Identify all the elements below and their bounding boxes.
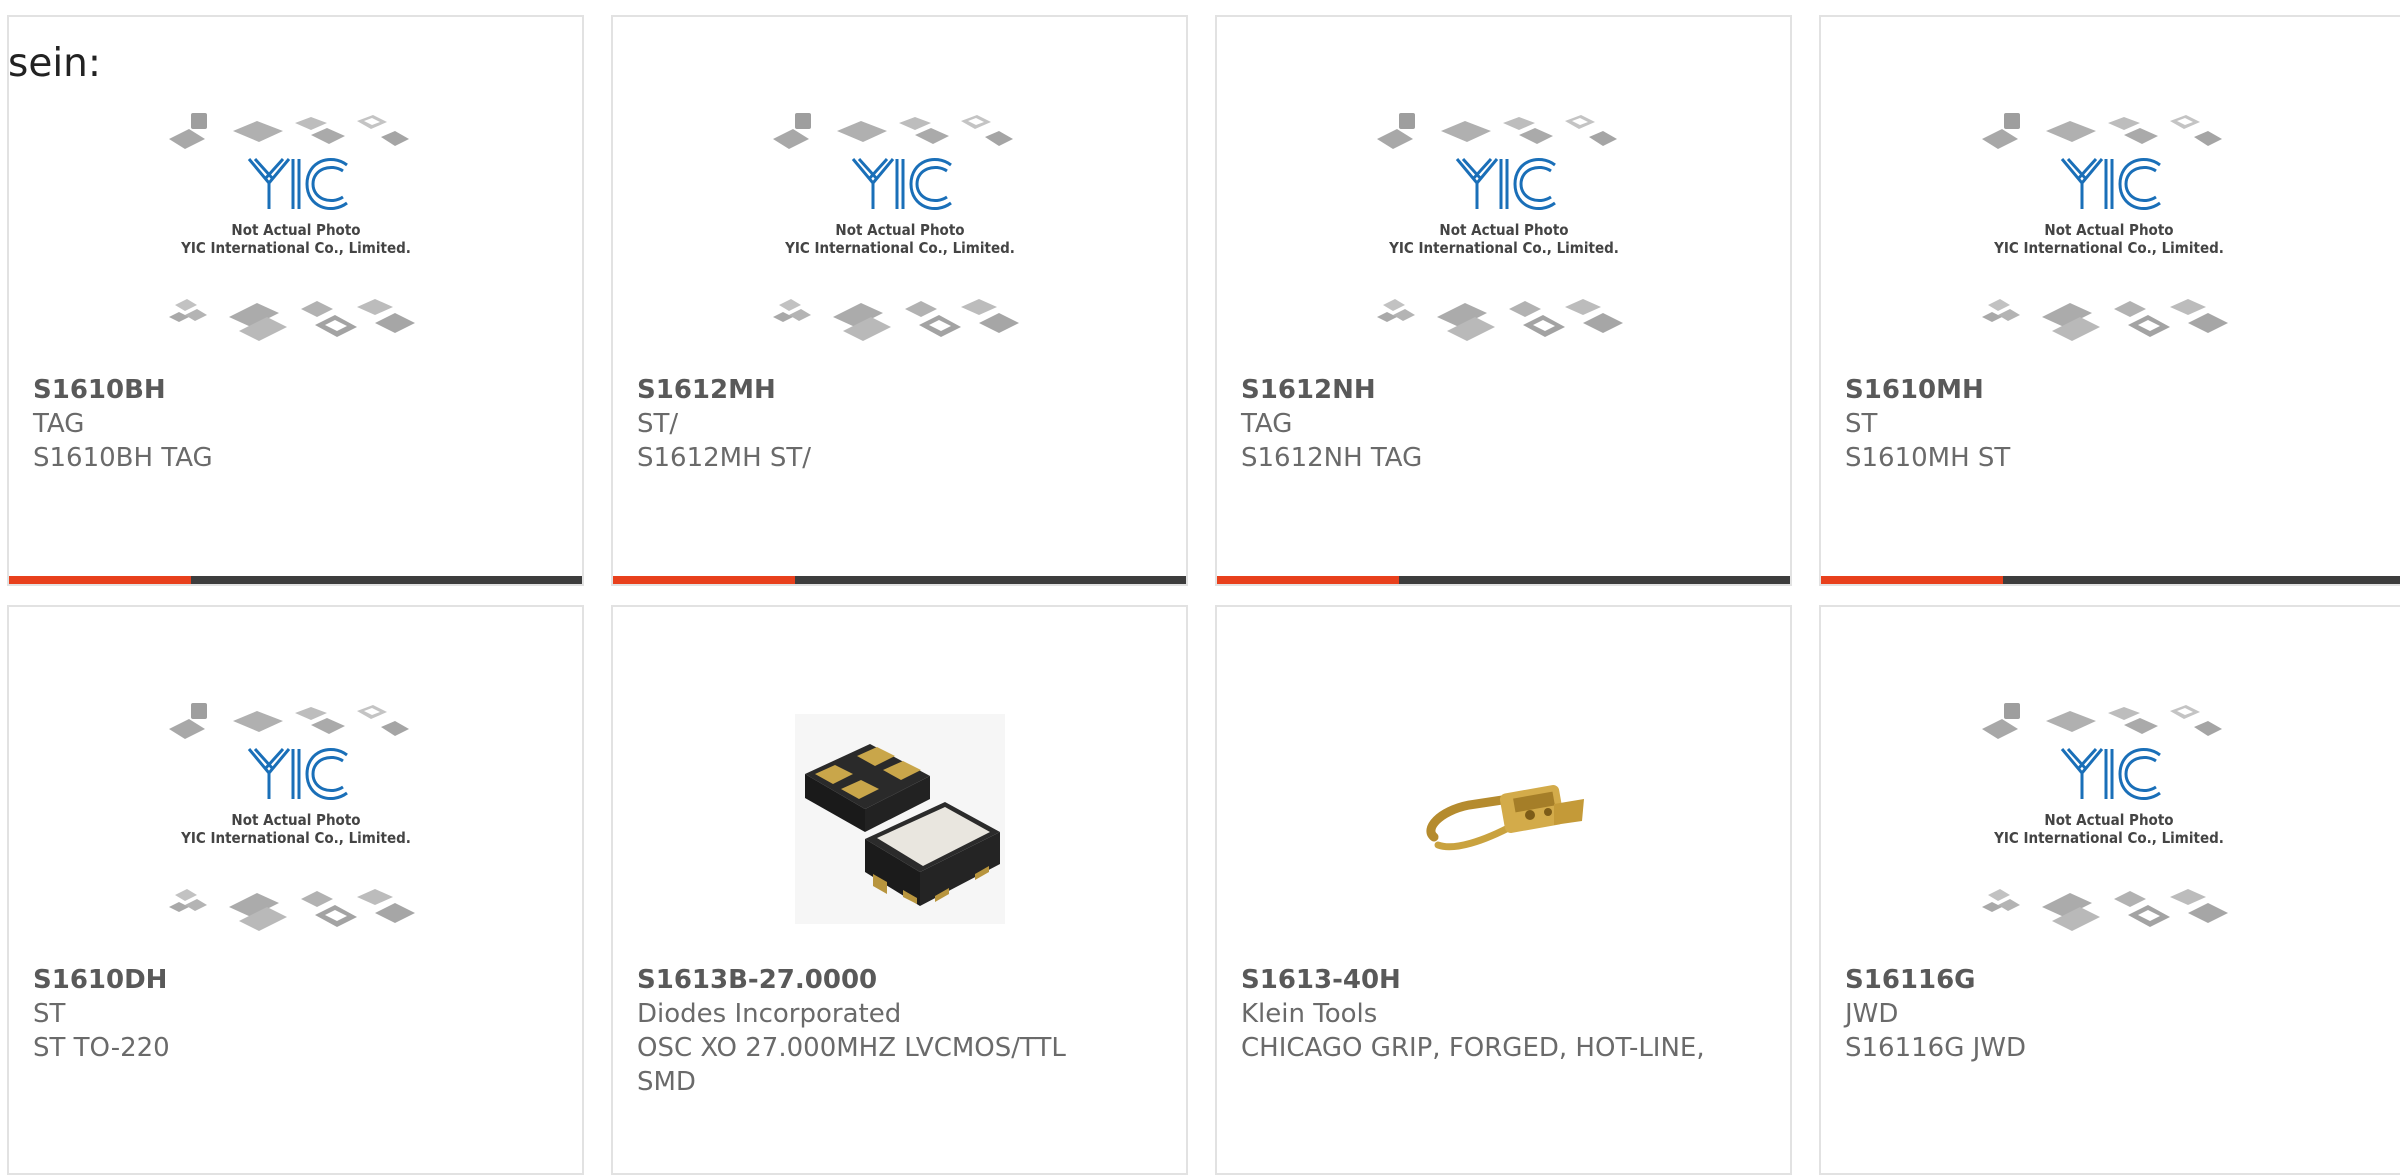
accent-bar xyxy=(1821,576,2003,584)
manufacturer: JWD xyxy=(1845,999,1899,1029)
product-image[interactable]: Not Actual Photo YIC International Co., L… xyxy=(1821,689,2396,949)
accent-bar xyxy=(1217,576,1399,584)
description: CHICAGO GRIP, FORGED, HOT-LINE, xyxy=(1241,1033,1705,1063)
placeholder-company: YIC International Co., Limited. xyxy=(180,239,411,257)
description: S1610MH ST xyxy=(1845,443,2011,473)
manufacturer: ST xyxy=(33,999,66,1029)
description: S1610BH TAG xyxy=(33,443,213,473)
description: S1612NH TAG xyxy=(1241,443,1423,473)
part-number-link[interactable]: S1612MH xyxy=(637,373,1162,407)
card-footer-bar xyxy=(9,576,582,584)
placeholder-company: YIC International Co., Limited. xyxy=(180,829,411,847)
intro-text: sein: xyxy=(8,41,102,86)
product-card[interactable]: Not Actual Photo YIC International Co., L… xyxy=(1819,15,2400,586)
card-footer-bar xyxy=(1821,576,2400,584)
product-card[interactable]: Not Actual Photo YIC International Co., L… xyxy=(7,605,584,1175)
product-card[interactable]: S1613-40H Klein Tools CHICAGO GRIP, FORG… xyxy=(1215,605,1792,1175)
placeholder-company: YIC International Co., Limited. xyxy=(1388,239,1619,257)
manufacturer: TAG xyxy=(1241,409,1293,439)
card-footer-bar xyxy=(1217,576,1790,584)
product-image[interactable]: Not Actual Photo YIC International Co., L… xyxy=(613,99,1186,359)
accent-bar xyxy=(613,576,795,584)
yic-placeholder-image: Not Actual PhotoYIC International Co., L… xyxy=(1981,703,2228,931)
manufacturer: TAG xyxy=(33,409,85,439)
manufacturer: ST/ xyxy=(637,409,679,439)
oscillator-photo xyxy=(794,714,1005,924)
part-number-link[interactable]: S1610DH xyxy=(33,963,558,997)
placeholder-caption: Not Actual Photo xyxy=(2044,811,2173,829)
placeholder-company: YIC International Co., Limited. xyxy=(784,239,1015,257)
part-number-link[interactable]: S1613-40H xyxy=(1241,963,1766,997)
part-number-link[interactable]: S1610BH xyxy=(33,373,558,407)
part-number-link[interactable]: S16116G xyxy=(1845,963,2376,997)
placeholder-caption: Not Actual Photo xyxy=(231,221,360,239)
manufacturer: Klein Tools xyxy=(1241,999,1378,1029)
product-card[interactable]: Not Actual Photo YIC International Co., L… xyxy=(1819,605,2400,1175)
product-grid: Not Actual Photo YIC International Co., L… xyxy=(0,0,2400,1175)
grip-tool-photo xyxy=(1426,785,1584,851)
product-image[interactable] xyxy=(613,689,1186,949)
description: OSC XO 27.000MHZ LVCMOS/TTL SMD xyxy=(637,1033,1066,1097)
card-footer-bar xyxy=(613,576,1186,584)
manufacturer: ST xyxy=(1845,409,1878,439)
placeholder-caption: Not Actual Photo xyxy=(2044,221,2173,239)
yic-placeholder-image: Not Actual PhotoYIC International Co., L… xyxy=(1376,113,1623,341)
placeholder-caption: Not Actual Photo xyxy=(1439,221,1568,239)
description: S16116G JWD xyxy=(1845,1033,2027,1063)
product-image[interactable]: Not Actual Photo YIC International Co., L… xyxy=(9,689,582,949)
description: S1612MH ST/ xyxy=(637,443,812,473)
description: ST TO-220 xyxy=(33,1033,170,1063)
placeholder-company: YIC International Co., Limited. xyxy=(1993,829,2224,847)
part-number-link[interactable]: S1612NH xyxy=(1241,373,1766,407)
product-card[interactable]: Not Actual Photo YIC International Co., L… xyxy=(1215,15,1792,586)
placeholder-caption: Not Actual Photo xyxy=(231,811,360,829)
yic-placeholder-image: Not Actual PhotoYIC International Co., L… xyxy=(772,113,1019,341)
product-card[interactable]: Not Actual Photo YIC International Co., L… xyxy=(611,15,1188,586)
manufacturer: Diodes Incorporated xyxy=(637,999,902,1029)
product-card[interactable]: Not Actual Photo YIC International Co., L… xyxy=(7,15,584,586)
product-image[interactable]: Not Actual Photo YIC International Co., L… xyxy=(9,99,582,359)
yic-placeholder-image: Not Actual PhotoYIC International Co., L… xyxy=(1981,113,2228,341)
part-number-link[interactable]: S1613B-27.0000 xyxy=(637,963,1162,997)
product-image[interactable]: Not Actual Photo YIC International Co., L… xyxy=(1217,99,1790,359)
placeholder-caption: Not Actual Photo xyxy=(835,221,964,239)
yic-placeholder-image: Not Actual PhotoYIC International Co., L… xyxy=(168,113,415,341)
product-image[interactable] xyxy=(1217,689,1790,949)
yic-placeholder-image: Not Actual PhotoYIC International Co., L… xyxy=(168,703,415,931)
product-image[interactable]: Not Actual Photo YIC International Co., L… xyxy=(1821,99,2396,359)
product-card[interactable]: S1613B-27.0000 Diodes Incorporated OSC X… xyxy=(611,605,1188,1175)
accent-bar xyxy=(9,576,191,584)
part-number-link[interactable]: S1610MH xyxy=(1845,373,2376,407)
placeholder-company: YIC International Co., Limited. xyxy=(1993,239,2224,257)
